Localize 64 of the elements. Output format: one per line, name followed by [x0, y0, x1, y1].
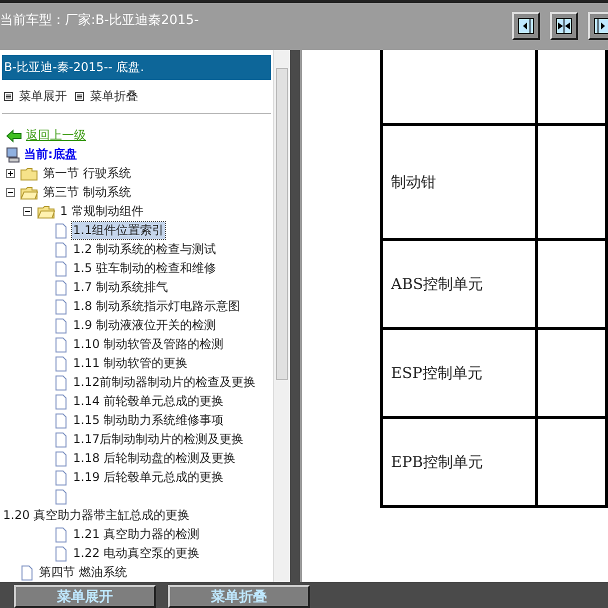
- list-icon: [4, 92, 13, 101]
- tree-item-label[interactable]: 1.5 驻车制动的检查和维修: [72, 260, 217, 277]
- folder-icon: [20, 166, 38, 180]
- panel-arrows-icon: [518, 18, 534, 34]
- sidebar-header: B-比亚迪-秦-2015-- 底盘.: [2, 55, 271, 80]
- tree-item-label[interactable]: 第三节 制动系统: [42, 184, 132, 201]
- tree-item-label[interactable]: 1.10 制动软管及管路的检测: [72, 336, 225, 353]
- tree-item-label[interactable]: 1.7 制动系统排气: [72, 279, 169, 296]
- tree-item-label[interactable]: 1.17后制动制动片的检测及更换: [72, 431, 245, 448]
- tree-item-label[interactable]: 第四节 燃油系统: [38, 564, 128, 581]
- table-cell: 制动钳: [382, 124, 537, 240]
- tree-item-label[interactable]: 1.2 制动系统的检查与测试: [72, 241, 217, 258]
- layout-toggle-button[interactable]: [512, 12, 540, 40]
- expander-icon[interactable]: [6, 188, 15, 197]
- document-icon: [54, 280, 68, 296]
- list-icon: [75, 92, 84, 101]
- tree-item-label[interactable]: 第一节 行驶系统: [42, 165, 132, 182]
- document-icon: [54, 526, 68, 542]
- tree-item-label[interactable]: 1.19 后轮毂单元总成的更换: [72, 469, 225, 486]
- table-cell: EPB控制单元: [382, 418, 537, 506]
- document-icon: [54, 432, 68, 448]
- document-icon: [54, 412, 68, 428]
- table-cell: ABS控制单元: [382, 240, 537, 328]
- document-icon: [54, 336, 68, 352]
- document-icon: [54, 318, 68, 334]
- document-icon: [54, 450, 68, 466]
- layout-toggle-button[interactable]: [550, 12, 578, 40]
- expander-icon[interactable]: [23, 207, 32, 216]
- vehicle-model-title: 当前车型：厂家:B-比亚迪秦2015-: [0, 12, 199, 29]
- tree-item-label[interactable]: 1.9 制动液液位开关的检测: [72, 317, 217, 334]
- tree-item-label[interactable]: 1.15 制动助力系统维修事项: [72, 412, 225, 429]
- tree-item-label[interactable]: 1.12前制动器制动片的检查及更换: [72, 374, 257, 391]
- document-icon: [54, 546, 68, 562]
- scrollbar[interactable]: [273, 50, 290, 582]
- document-icon: [54, 356, 68, 372]
- menu-toggle-link[interactable]: 菜单展开: [4, 88, 67, 105]
- tree-item-label[interactable]: 1 常规制动组件: [59, 203, 144, 220]
- tree-item-label[interactable]: 1.11 制动软管的更换: [72, 355, 189, 372]
- panel-arrows-icon: [556, 18, 572, 34]
- computer-icon: [6, 146, 20, 162]
- document-icon: [54, 470, 68, 486]
- document-icon: [54, 260, 68, 276]
- tree-item-label[interactable]: 1.8 制动系统指示灯电路示意图: [72, 298, 241, 315]
- current-location-label: 当前:底盘: [24, 146, 77, 163]
- folder-icon: [20, 186, 38, 200]
- table-cell: ESP控制单元: [382, 328, 537, 418]
- document-icon: [54, 374, 68, 390]
- back-link[interactable]: 返回上一级: [26, 127, 86, 144]
- document-icon: [54, 242, 68, 258]
- folder-icon: [37, 204, 55, 218]
- back-arrow-icon: [6, 128, 22, 142]
- expander-icon[interactable]: [6, 169, 15, 178]
- tree-item-label[interactable]: 1.1组件位置索引: [72, 222, 166, 239]
- panel-arrows-icon: [594, 18, 608, 34]
- document-icon: [54, 394, 68, 410]
- layout-toggle-button[interactable]: [588, 12, 608, 40]
- tree-item-label[interactable]: 1.14 前轮毂单元总成的更换: [72, 393, 225, 410]
- menu-toggle-link[interactable]: 菜单折叠: [75, 88, 138, 105]
- tree-item-label[interactable]: 1.18 后轮制动盘的检测及更换: [72, 450, 237, 467]
- tree-item-label[interactable]: 1.21 真空助力器的检测: [72, 526, 201, 543]
- document-icon: [54, 298, 68, 314]
- tree-item-label[interactable]: 1.22 电动真空泵的更换: [72, 545, 201, 562]
- document-icon: [54, 222, 68, 238]
- tree-item-label[interactable]: 1.20 真空助力器带主缸总成的更换: [2, 507, 191, 524]
